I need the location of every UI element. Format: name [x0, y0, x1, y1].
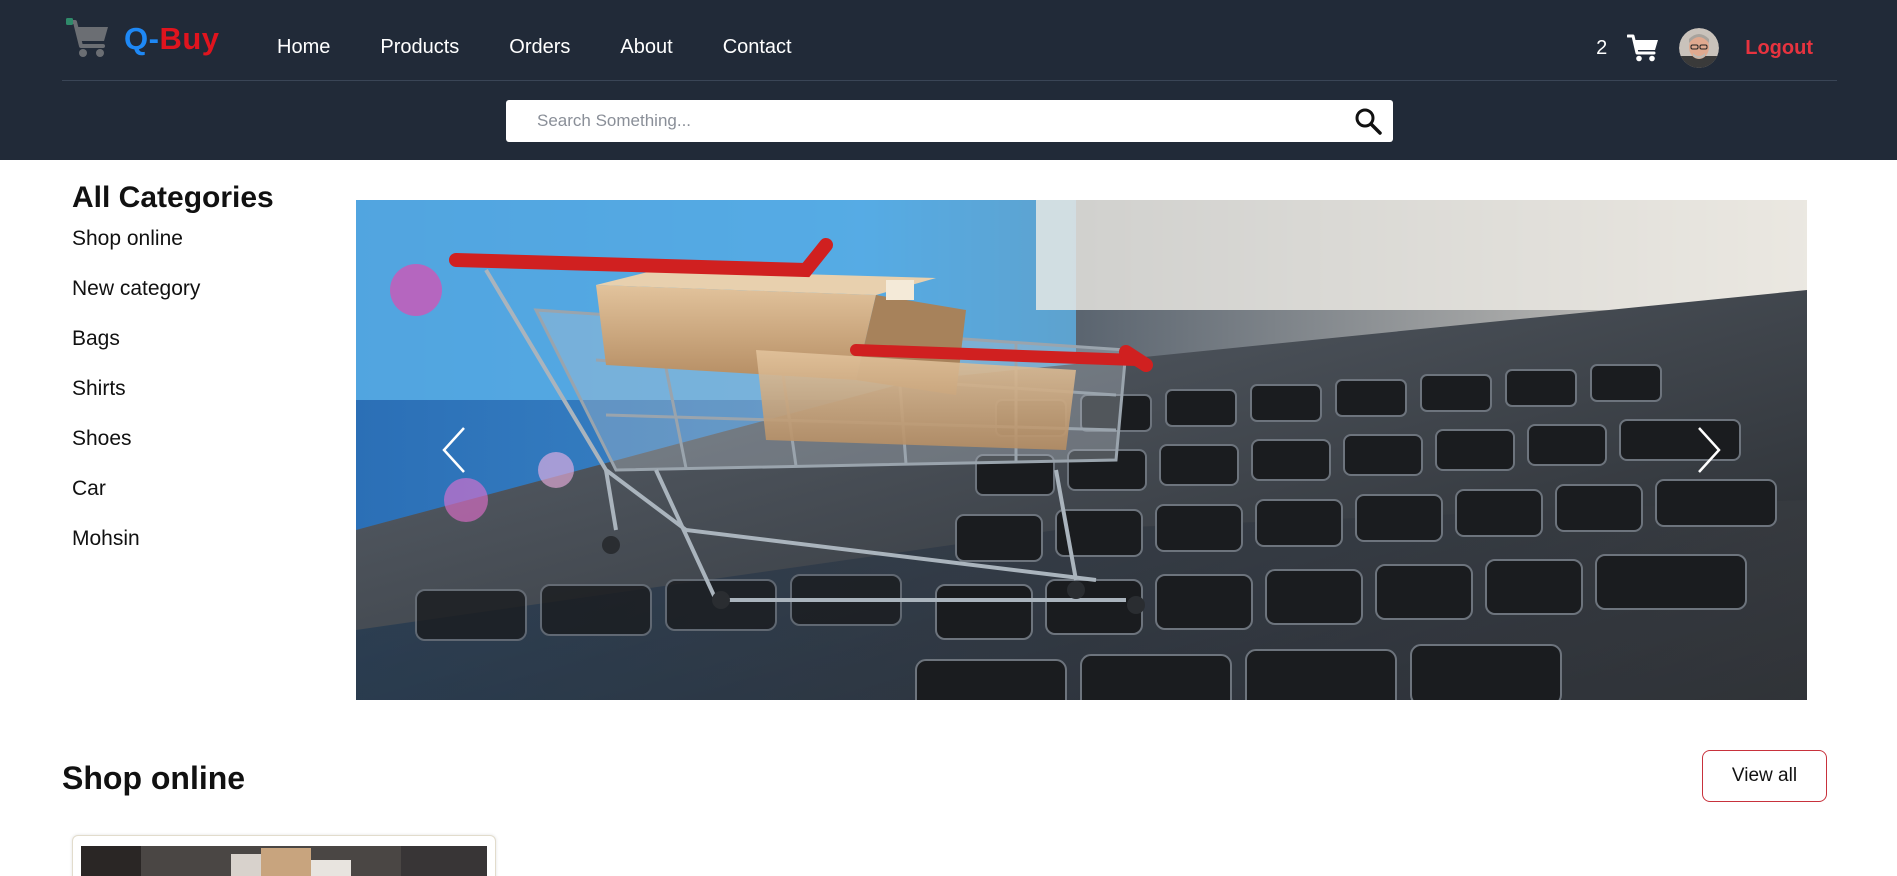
shopping-cart-icon — [66, 18, 108, 57]
section-title-shop-online: Shop online — [62, 760, 246, 796]
nav-contact[interactable]: Contact — [723, 35, 792, 59]
nav-products[interactable]: Products — [380, 35, 459, 59]
view-all-button[interactable]: View all — [1702, 750, 1827, 802]
brand-name-prefix: Q- — [124, 21, 160, 56]
category-item-car[interactable]: Car — [72, 476, 332, 526]
user-area: 2 Logout — [1596, 28, 1837, 68]
brand-name-suffix: Buy — [159, 21, 220, 56]
search-bar — [506, 100, 1393, 142]
carousel-banner-image — [356, 200, 1807, 700]
category-sidebar: All Categories Shop online New category … — [72, 178, 332, 576]
top-navbar: Q-Buy Home Products Orders About Contact… — [62, 0, 1837, 81]
search-button[interactable] — [1343, 100, 1393, 142]
category-item-shop-online[interactable]: Shop online — [72, 226, 332, 276]
search-icon — [1355, 108, 1382, 135]
nav-about[interactable]: About — [620, 35, 672, 59]
nav-orders[interactable]: Orders — [509, 35, 570, 59]
main-nav: Home Products Orders About Contact — [277, 35, 842, 59]
category-item-bags[interactable]: Bags — [72, 326, 332, 376]
carousel-next-icon[interactable] — [1691, 424, 1727, 476]
cart-count: 2 — [1596, 36, 1608, 59]
nav-home[interactable]: Home — [277, 35, 330, 59]
product-image — [81, 846, 487, 876]
brand-name: Q-Buy — [124, 21, 220, 57]
search-input[interactable] — [506, 100, 1343, 142]
hero-carousel — [356, 200, 1807, 700]
product-card[interactable] — [72, 835, 496, 876]
category-item-mohsin[interactable]: Mohsin — [72, 526, 332, 576]
category-item-shirts[interactable]: Shirts — [72, 376, 332, 426]
logout-link[interactable]: Logout — [1745, 37, 1813, 60]
cart-icon[interactable] — [1627, 33, 1659, 63]
category-item-shoes[interactable]: Shoes — [72, 426, 332, 476]
user-avatar[interactable] — [1679, 28, 1720, 68]
category-item-new-category[interactable]: New category — [72, 276, 332, 326]
site-header: Q-Buy Home Products Orders About Contact… — [0, 0, 1897, 160]
sidebar-title: All Categories — [72, 181, 274, 214]
brand-logo[interactable]: Q-Buy — [66, 18, 220, 60]
carousel-prev-icon[interactable] — [436, 424, 472, 476]
